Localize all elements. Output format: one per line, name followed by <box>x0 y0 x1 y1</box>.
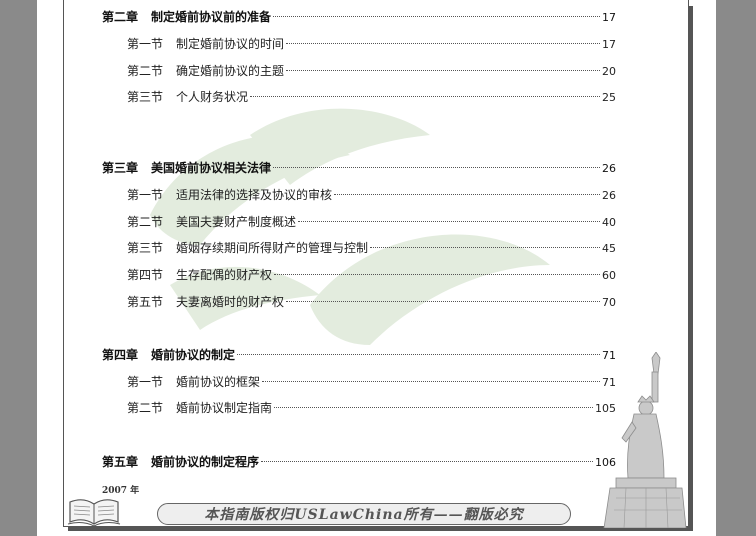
toc-page-number: 60 <box>602 269 616 282</box>
toc-section-row[interactable]: 第五节 夫妻离婚时的财产权 70 <box>127 294 616 310</box>
toc-page-number: 26 <box>602 162 616 175</box>
open-book-icon <box>67 499 121 527</box>
toc-chapter-row[interactable]: 第四章 婚前协议的制定 71 <box>102 347 616 363</box>
toc-entry-label: 第一节 <box>127 375 164 389</box>
toc-dot-leader <box>250 96 600 97</box>
toc-entry-label: 第三节 <box>127 241 164 255</box>
toc-entry-title: 婚姻存续期间所得财产的管理与控制 <box>176 241 369 255</box>
toc-entry-title: 确定婚前协议的主题 <box>176 64 285 78</box>
toc-entry-label: 第三节 <box>127 90 164 104</box>
toc-entry-title: 婚前协议的制定程序 <box>151 455 260 469</box>
toc-entry-label: 第五章 <box>102 455 139 469</box>
toc-dot-leader <box>286 70 600 71</box>
toc-entry-label: 第四节 <box>127 268 164 282</box>
leaf-watermark <box>150 108 550 345</box>
toc-entry-title: 制定婚前协议的时间 <box>176 37 285 51</box>
toc-page-number: 17 <box>602 11 616 24</box>
toc-entry-title: 制定婚前协议前的准备 <box>151 10 272 24</box>
toc-dot-leader <box>286 301 600 302</box>
toc-entry-title: 生存配偶的财产权 <box>176 268 273 282</box>
toc-dot-leader <box>273 16 600 17</box>
toc-page-number: 25 <box>602 91 616 104</box>
toc-entry-label: 第二章 <box>102 10 139 24</box>
toc-page-number: 70 <box>602 296 616 309</box>
toc-entry-title: 夫妻离婚时的财产权 <box>176 295 285 309</box>
viewer-left-margin <box>0 0 37 536</box>
toc-chapter-row[interactable]: 第三章 美国婚前协议相关法律 26 <box>102 160 616 176</box>
toc-page-number: 26 <box>602 189 616 202</box>
toc-entry-label: 第二节 <box>127 401 164 415</box>
toc-section-row[interactable]: 第三节 个人财务状况 25 <box>127 89 616 105</box>
toc-entry-title: 婚前协议的框架 <box>176 375 261 389</box>
toc-entry-label: 第三章 <box>102 161 139 175</box>
toc-section-row[interactable]: 第一节 制定婚前协议的时间 17 <box>127 36 616 52</box>
toc-dot-leader <box>286 43 600 44</box>
toc-entry-label: 第一节 <box>127 37 164 51</box>
toc-dot-leader <box>334 194 600 195</box>
toc-dot-leader <box>261 461 593 462</box>
toc-section-row[interactable]: 第二节 确定婚前协议的主题 20 <box>127 63 616 79</box>
toc-dot-leader <box>273 167 600 168</box>
toc-page-number: 45 <box>602 242 616 255</box>
toc-page-number: 40 <box>602 216 616 229</box>
toc-entry-title: 美国婚前协议相关法律 <box>151 161 272 175</box>
toc-entry-title: 婚前协议制定指南 <box>176 401 273 415</box>
toc-section-row[interactable]: 第二节 婚前协议制定指南 105 <box>127 400 616 416</box>
toc-dot-leader <box>274 274 600 275</box>
toc-section-row[interactable]: 第一节 婚前协议的框架 71 <box>127 374 616 390</box>
toc-section-row[interactable]: 第二节 美国夫妻财产制度概述 40 <box>127 214 616 230</box>
toc-section-row[interactable]: 第三节 婚姻存续期间所得财产的管理与控制 45 <box>127 240 616 256</box>
toc-section-row[interactable]: 第四节 生存配偶的财产权 60 <box>127 267 616 283</box>
toc-entry-label: 第二节 <box>127 215 164 229</box>
toc-dot-leader <box>298 221 600 222</box>
toc-page-number: 20 <box>602 65 616 78</box>
toc-dot-leader <box>274 407 593 408</box>
toc-entry-label: 第一节 <box>127 188 164 202</box>
toc-chapter-row[interactable]: 第五章 婚前协议的制定程序 106 <box>102 454 616 470</box>
toc-entry-title: 个人财务状况 <box>176 90 249 104</box>
statue-of-liberty-image <box>603 352 687 528</box>
toc-dot-leader <box>262 381 600 382</box>
toc-entry-label: 第五节 <box>127 295 164 309</box>
toc-entry-label: 第二节 <box>127 64 164 78</box>
toc-chapter-row[interactable]: 第二章 制定婚前协议前的准备 17 <box>102 9 616 25</box>
viewer-right-margin <box>716 0 756 536</box>
toc-entry-title: 婚前协议的制定 <box>151 348 236 362</box>
toc-dot-leader <box>237 354 600 355</box>
toc-page-number: 17 <box>602 38 616 51</box>
toc-dot-leader <box>370 247 600 248</box>
copyright-banner: 本指南版权归USLawChina所有——翻版必究 <box>157 503 571 525</box>
toc-entry-title: 美国夫妻财产制度概述 <box>176 215 297 229</box>
toc-section-row[interactable]: 第一节 适用法律的选择及协议的审核 26 <box>127 187 616 203</box>
toc-entry-title: 适用法律的选择及协议的审核 <box>176 188 333 202</box>
toc-entry-label: 第四章 <box>102 348 139 362</box>
